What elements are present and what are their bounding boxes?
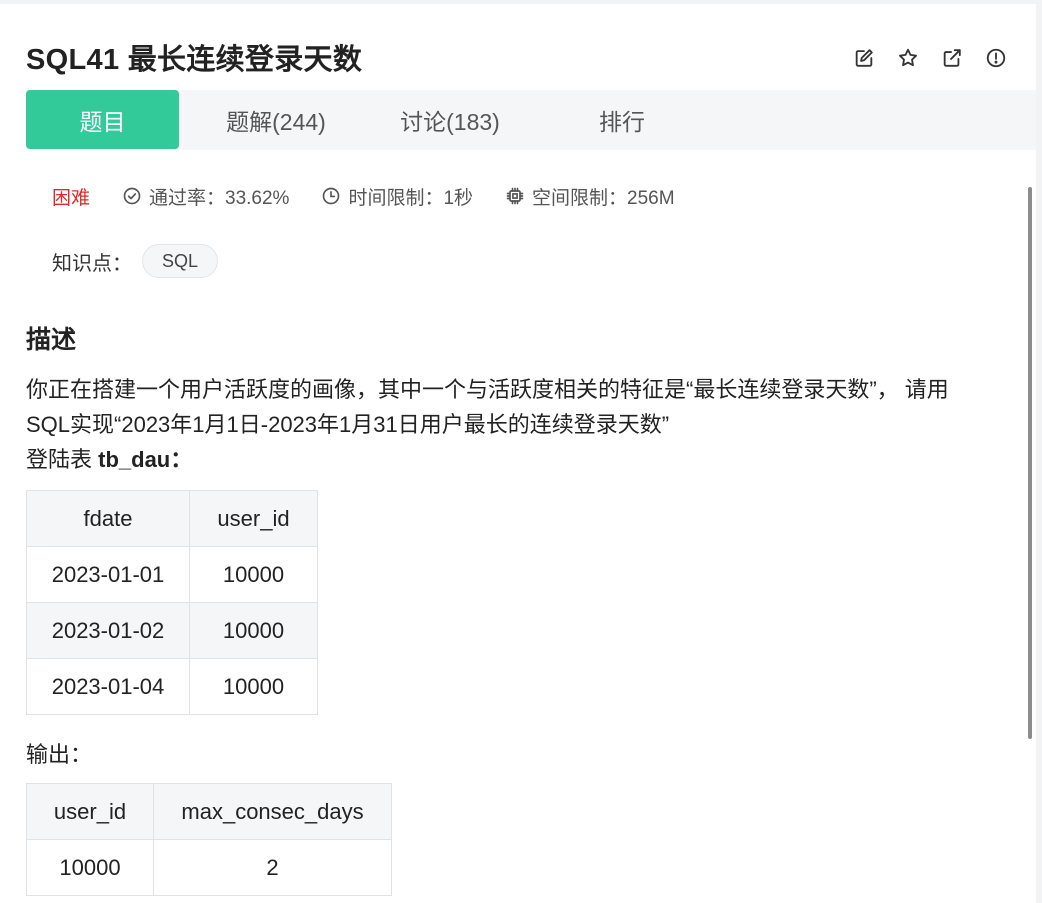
table-name: tb_dau bbox=[98, 447, 171, 472]
table-row: 10000 2 bbox=[26, 839, 392, 896]
time-limit-text: 时间限制：1秒 bbox=[348, 187, 474, 209]
share-icon bbox=[943, 49, 961, 67]
table-cell: 2023-01-01 bbox=[26, 546, 190, 603]
knowledge-points: 知识点： SQL bbox=[52, 244, 219, 278]
description-body: 你正在搭建一个用户活跃度的画像，其中一个与活跃度相关的特征是“最长连续登录天数”… bbox=[26, 372, 1026, 477]
clock-icon bbox=[323, 187, 340, 205]
pass-rate: 通过率：33.62% bbox=[122, 183, 289, 210]
pass-rate-text: 通过率：33.62% bbox=[149, 187, 290, 209]
title-actions bbox=[848, 42, 1012, 74]
difficulty-badge: 困难 bbox=[52, 187, 91, 209]
report-button[interactable] bbox=[980, 42, 1012, 74]
problem-panel: SQL41 最长连续登录天数 题目 题解(244) 讨论(183) 排行 困难 … bbox=[0, 4, 1036, 903]
tab-problem[interactable]: 题目 bbox=[26, 90, 179, 149]
tab-discussion[interactable]: 讨论(183) bbox=[376, 90, 524, 150]
table-intro-suffix: ： bbox=[170, 447, 193, 472]
column-header: max_consec_days bbox=[153, 783, 392, 840]
table-intro-prefix: 登陆表 bbox=[26, 447, 99, 472]
favorite-button[interactable] bbox=[892, 42, 924, 74]
problem-meta: 困难 通过率：33.62% 时间限制：1秒 空间限制：256M bbox=[52, 180, 707, 212]
output-label: 输出： bbox=[26, 742, 93, 767]
edit-button[interactable] bbox=[848, 42, 880, 74]
space-limit-text: 空间限制：256M bbox=[532, 187, 675, 209]
table-row: 2023-01-04 10000 bbox=[26, 658, 318, 715]
edit-icon bbox=[855, 49, 873, 67]
table-cell: 10000 bbox=[189, 658, 318, 715]
time-limit: 时间限制：1秒 bbox=[321, 183, 473, 210]
knowledge-label: 知识点： bbox=[52, 252, 132, 275]
table-cell: 10000 bbox=[189, 546, 318, 603]
check-circle-icon bbox=[123, 187, 141, 205]
share-button[interactable] bbox=[936, 42, 968, 74]
column-header: user_id bbox=[26, 783, 154, 840]
description-heading: 描述 bbox=[26, 326, 77, 354]
description-line: SQL实现“2023年1月1日-2023年1月31日用户最长的连续登录天数” bbox=[26, 412, 670, 437]
tab-solutions[interactable]: 题解(244) bbox=[202, 90, 350, 150]
vertical-scrollbar[interactable] bbox=[1028, 187, 1032, 739]
report-icon bbox=[986, 48, 1006, 68]
table-row: 2023-01-02 10000 bbox=[26, 602, 318, 659]
tab-ranking[interactable]: 排行 bbox=[562, 90, 682, 150]
table-row: 2023-01-01 10000 bbox=[26, 546, 318, 603]
tab-bar: 题目 题解(244) 讨论(183) 排行 bbox=[26, 90, 1036, 150]
table-cell: 10000 bbox=[26, 839, 154, 896]
star-icon bbox=[899, 48, 917, 67]
column-header: fdate bbox=[26, 490, 190, 547]
chip-icon bbox=[506, 187, 524, 205]
space-limit: 空间限制：256M bbox=[505, 183, 675, 210]
description-line: 你正在搭建一个用户活跃度的画像，其中一个与活跃度相关的特征是“最长连续登录天数”… bbox=[26, 377, 949, 402]
tag-sql[interactable]: SQL bbox=[142, 244, 219, 278]
table-cell: 2023-01-04 bbox=[26, 658, 190, 715]
column-header: user_id bbox=[189, 490, 318, 547]
login-table: fdate user_id 2023-01-01 10000 2023-01-0… bbox=[26, 490, 318, 715]
table-cell: 2023-01-02 bbox=[26, 602, 190, 659]
output-table: user_id max_consec_days 10000 2 bbox=[26, 783, 392, 896]
title-row: SQL41 最长连续登录天数 bbox=[26, 36, 1036, 82]
table-header-row: fdate user_id bbox=[26, 490, 318, 547]
table-intro: 登陆表 tb_dau： bbox=[26, 442, 1026, 477]
table-header-row: user_id max_consec_days bbox=[26, 783, 392, 840]
table-cell: 10000 bbox=[189, 602, 318, 659]
table-cell: 2 bbox=[153, 839, 392, 896]
